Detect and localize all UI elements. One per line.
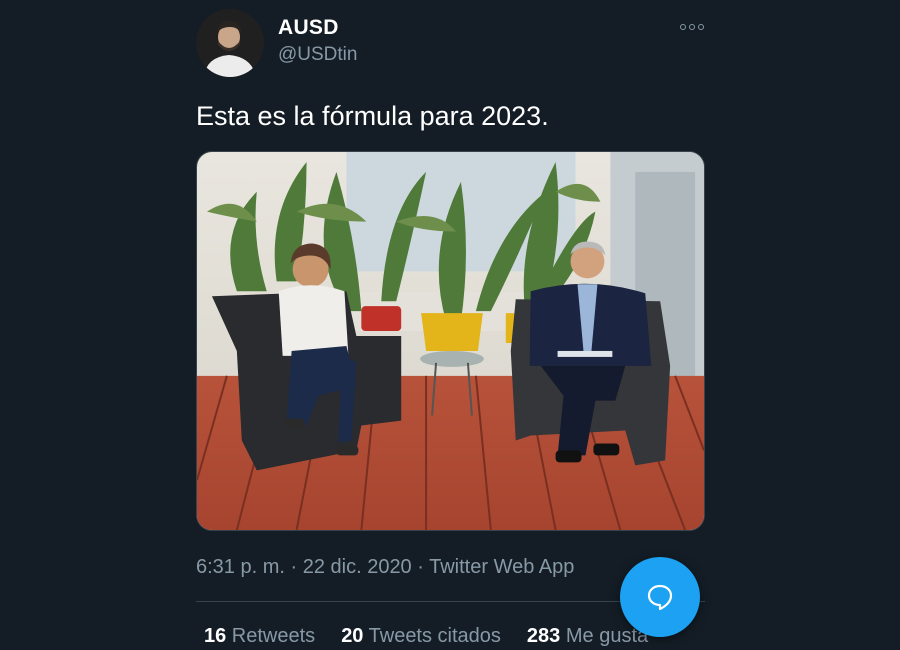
dot xyxy=(698,24,704,30)
likes-count: 283 xyxy=(526,625,561,647)
compose-reply-icon xyxy=(647,584,673,611)
author-handle[interactable]: @USDtin xyxy=(278,44,357,66)
photo-icon xyxy=(197,152,704,530)
more-options-icon[interactable] xyxy=(680,20,706,34)
source-app-link[interactable]: Twitter Web App xyxy=(429,556,574,578)
avatar[interactable] xyxy=(196,9,264,77)
quote-tweets-stat[interactable]: 20 Tweets citados xyxy=(341,625,501,648)
tweet-metadata: 6:31 p. m. · 22 dic. 2020 · Twitter Web … xyxy=(196,556,574,579)
timestamp[interactable]: 6:31 p. m. · 22 dic. 2020 · xyxy=(196,556,429,578)
dot xyxy=(689,24,695,30)
author-display-name[interactable]: AUSD xyxy=(278,16,339,40)
tweet-photo[interactable] xyxy=(196,151,705,531)
tweet-text: Esta es la fórmula para 2023. xyxy=(196,101,549,131)
retweets-stat[interactable]: 16 Retweets xyxy=(204,625,315,648)
engagement-stats: 16 Retweets 20 Tweets citados 283 Me gus… xyxy=(204,625,648,648)
dot xyxy=(680,24,686,30)
likes-stat[interactable]: 283 Me gusta xyxy=(527,625,648,648)
compose-reply-button[interactable] xyxy=(620,557,700,637)
quotes-count: 20 xyxy=(341,625,364,647)
user-avatar-icon xyxy=(196,9,264,77)
retweets-label: Retweets xyxy=(226,625,316,647)
retweets-count: 16 xyxy=(204,625,227,647)
quotes-label: Tweets citados xyxy=(363,625,501,647)
tweet-detail: AUSD @USDtin Esta es la fórmula para 202… xyxy=(0,0,900,650)
